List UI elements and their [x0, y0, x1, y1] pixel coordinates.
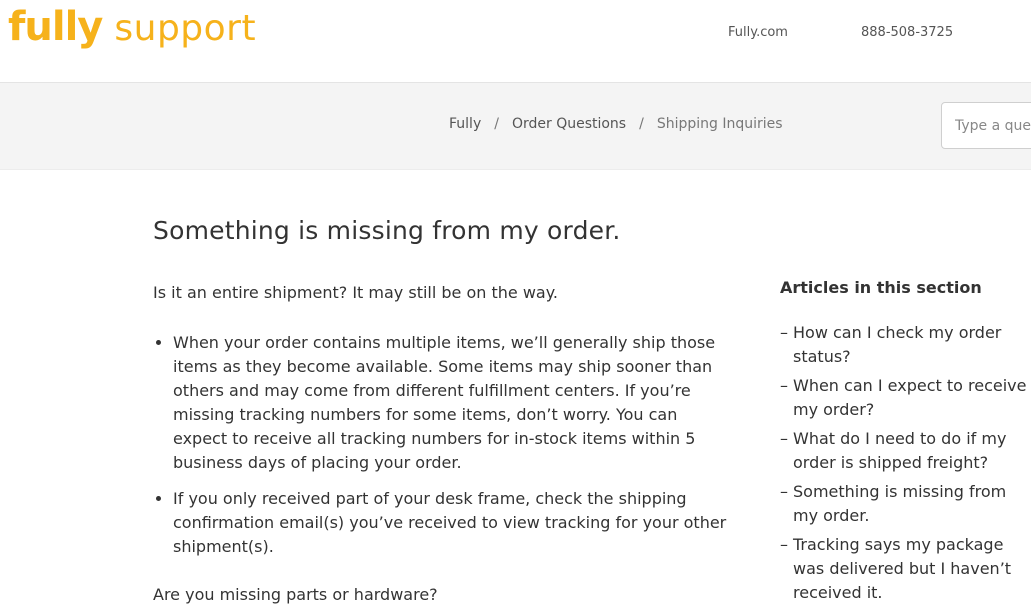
article-title: Something is missing from my order. [153, 216, 621, 245]
list-item: When your order contains multiple items,… [173, 331, 733, 475]
sidebar-article-list: – How can I check my order status? – Whe… [780, 321, 1030, 605]
dash-bullet: – [780, 323, 788, 342]
sidebar-article-link[interactable]: When can I expect to receive my order? [793, 376, 1026, 419]
dash-bullet: – [780, 482, 788, 501]
sidebar-article-link[interactable]: Tracking says my package was delivered b… [793, 535, 1011, 602]
sidebar-article-receive-order: – When can I expect to receive my order? [780, 374, 1030, 422]
sidebar-article-delivered-not-received: – Tracking says my package was delivered… [780, 533, 1030, 605]
logo-fully-text: fully [8, 4, 103, 50]
article-bullet-list: When your order contains multiple items,… [153, 331, 733, 571]
sidebar-article-link[interactable]: Something is missing from my order. [793, 482, 1006, 525]
sidebar-article-missing: – Something is missing from my order. [780, 480, 1030, 528]
search-input[interactable] [941, 102, 1031, 149]
breadcrumb-fully[interactable]: Fully [449, 116, 481, 132]
breadcrumb: Fully / Order Questions / Shipping Inqui… [449, 116, 783, 132]
sidebar-title: Articles in this section [780, 278, 982, 297]
breadcrumb-separator: / [494, 116, 499, 132]
breadcrumb-separator: / [639, 116, 644, 132]
sidebar-article-link[interactable]: What do I need to do if my order is ship… [793, 429, 1006, 472]
logo-support-text: support [114, 8, 257, 49]
dash-bullet: – [780, 376, 788, 395]
site-header: fully support Fully.com 888-508-3725 [0, 0, 1031, 83]
dash-bullet: – [780, 535, 788, 554]
article-subheading: Are you missing parts or hardware? [153, 585, 438, 604]
dash-bullet: – [780, 429, 788, 448]
sub-nav-bar: Fully / Order Questions / Shipping Inqui… [0, 83, 1031, 170]
article-body: Something is missing from my order. Is i… [153, 216, 726, 604]
fully-com-link[interactable]: Fully.com [728, 25, 788, 40]
fully-support-logo[interactable]: fully support [8, 4, 256, 50]
list-item: If you only received part of your desk f… [173, 487, 733, 559]
breadcrumb-order-questions[interactable]: Order Questions [512, 116, 626, 132]
sidebar-article-link[interactable]: How can I check my order status? [793, 323, 1001, 366]
sidebar-article-freight: – What do I need to do if my order is sh… [780, 427, 1030, 475]
phone-link[interactable]: 888-508-3725 [861, 25, 953, 40]
article-intro: Is it an entire shipment? It may still b… [153, 283, 558, 302]
section-articles-sidebar: Articles in this section – How can I che… [780, 278, 1030, 610]
breadcrumb-shipping-inquiries[interactable]: Shipping Inquiries [657, 116, 783, 132]
sidebar-article-check-status: – How can I check my order status? [780, 321, 1030, 369]
